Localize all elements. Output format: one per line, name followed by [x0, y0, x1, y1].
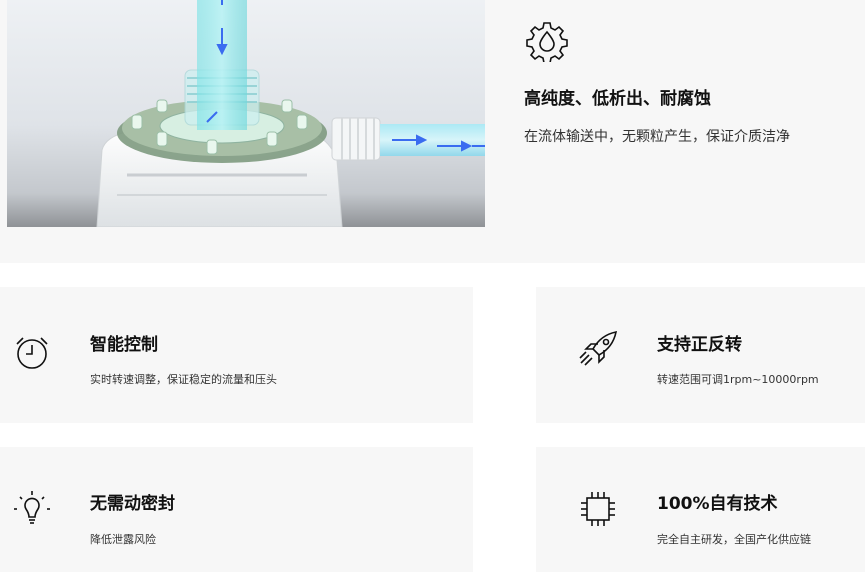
- hero-title: 高纯度、低析出、耐腐蚀: [524, 89, 711, 109]
- timer-icon: [12, 332, 52, 372]
- feature-title: 100%自有技术: [657, 494, 778, 514]
- hero-text-block: 高纯度、低析出、耐腐蚀 在流体输送中，无颗粒产生，保证介质洁净: [524, 0, 864, 227]
- feature-card-no-seal: 无需动密封 降低泄露风险: [0, 447, 473, 572]
- feature-title: 无需动密封: [90, 494, 175, 514]
- feature-card-proprietary-tech: 100%自有技术 完全自主研发，全国产化供应链: [536, 447, 865, 572]
- feature-description: 完全自主研发，全国产化供应链: [657, 533, 811, 546]
- feature-description: 实时转速调整，保证稳定的流量和压头: [90, 373, 277, 386]
- gear-droplet-icon: [526, 20, 568, 64]
- hero-description: 在流体输送中，无颗粒产生，保证介质洁净: [524, 129, 790, 145]
- lightbulb-icon: [12, 489, 52, 529]
- feature-card-bidirectional: 支持正反转 转速范围可调1rpm~10000rpm: [536, 287, 865, 423]
- rocket-icon: [578, 330, 618, 370]
- pump-product-image: [7, 0, 485, 227]
- chip-icon: [578, 489, 618, 529]
- feature-card-smart-control: 智能控制 实时转速调整，保证稳定的流量和压头: [0, 287, 473, 423]
- hero-section: 高纯度、低析出、耐腐蚀 在流体输送中，无颗粒产生，保证介质洁净: [0, 0, 865, 263]
- feature-description: 降低泄露风险: [90, 533, 156, 546]
- feature-title: 智能控制: [90, 335, 158, 355]
- feature-title: 支持正反转: [657, 335, 742, 355]
- feature-description: 转速范围可调1rpm~10000rpm: [657, 373, 819, 386]
